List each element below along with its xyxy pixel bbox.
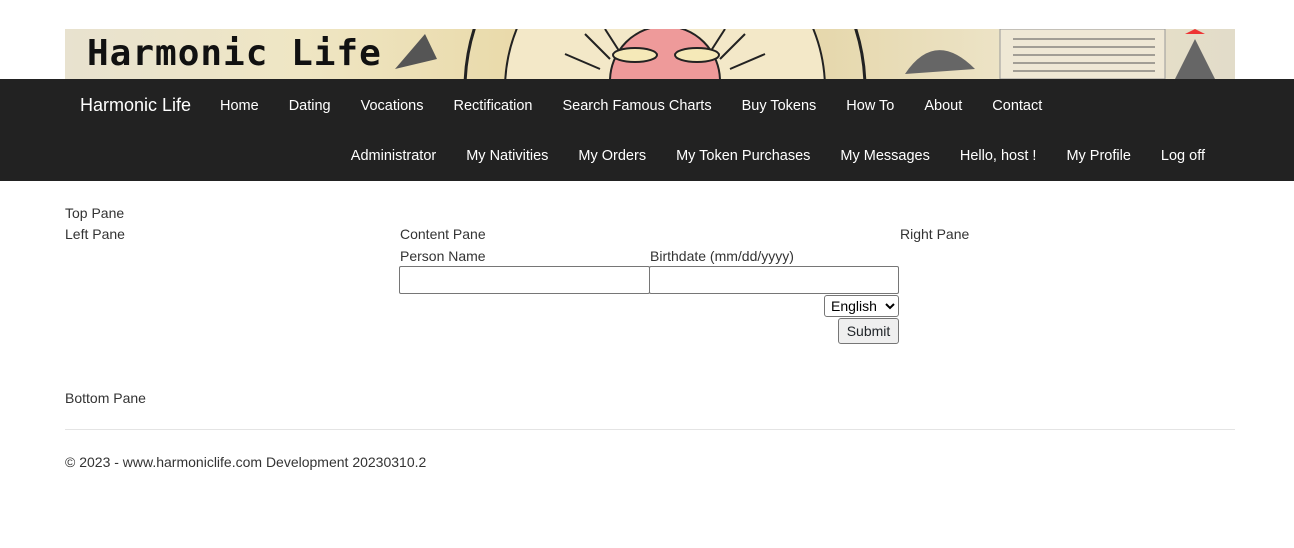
nav-administrator-link[interactable]: Administrator — [351, 148, 436, 164]
person-name-input[interactable] — [399, 266, 650, 294]
birthdate-label: Birthdate (mm/dd/yyyy) — [650, 248, 794, 264]
nav-log-off-link[interactable]: Log off — [1161, 148, 1205, 164]
left-pane-label: Left Pane — [65, 226, 125, 242]
nav-my-profile-link[interactable]: My Profile — [1066, 148, 1130, 164]
nav-my-token-purchases-link[interactable]: My Token Purchases — [676, 148, 810, 164]
footer-text: © 2023 - www.harmoniclife.com Developmen… — [65, 454, 427, 470]
nav-rectification-link[interactable]: Rectification — [454, 98, 533, 114]
header-banner: Harmonic Life — [65, 29, 1235, 79]
main-navbar: Harmonic Life Home Dating Vocations Rect… — [0, 79, 1294, 181]
nav-how-to-link[interactable]: How To — [846, 98, 894, 114]
nav-my-nativities-link[interactable]: My Nativities — [466, 148, 548, 164]
nav-buy-tokens-link[interactable]: Buy Tokens — [742, 98, 817, 114]
nav-about-link[interactable]: About — [924, 98, 962, 114]
content-pane-label: Content Pane — [400, 226, 486, 242]
language-select[interactable]: English — [824, 295, 899, 317]
nav-contact-link[interactable]: Contact — [992, 98, 1042, 114]
nav-dating-link[interactable]: Dating — [289, 98, 331, 114]
nav-home-link[interactable]: Home — [220, 98, 259, 114]
nav-vocations-link[interactable]: Vocations — [361, 98, 424, 114]
primary-nav: Home Dating Vocations Rectification Sear… — [220, 98, 1072, 114]
navbar-brand-link[interactable]: Harmonic Life — [80, 95, 191, 116]
birthdate-input[interactable] — [649, 266, 899, 294]
bottom-pane-label: Bottom Pane — [65, 390, 146, 406]
nav-my-orders-link[interactable]: My Orders — [578, 148, 646, 164]
right-pane-label: Right Pane — [900, 226, 970, 242]
footer-divider — [65, 429, 1235, 430]
banner-logo-title: Harmonic Life — [87, 33, 382, 74]
secondary-nav: Administrator My Nativities My Orders My… — [351, 148, 1205, 164]
top-pane-label: Top Pane — [65, 205, 125, 221]
submit-button[interactable]: Submit — [838, 318, 899, 344]
nav-my-messages-link[interactable]: My Messages — [840, 148, 929, 164]
person-name-label: Person Name — [400, 248, 486, 264]
nav-hello-user-link[interactable]: Hello, host ! — [960, 148, 1037, 164]
nav-search-famous-charts-link[interactable]: Search Famous Charts — [562, 98, 711, 114]
